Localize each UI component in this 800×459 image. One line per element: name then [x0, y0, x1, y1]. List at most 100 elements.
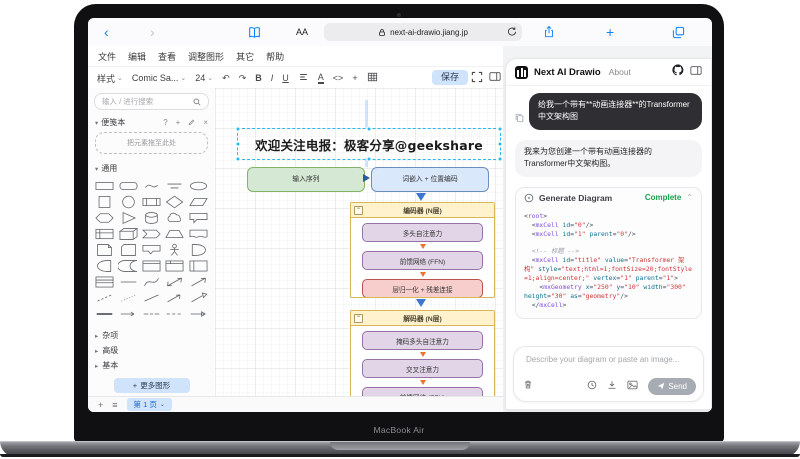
- clear-icon[interactable]: [523, 377, 533, 395]
- style-dropdown[interactable]: 样式⌄: [97, 72, 123, 85]
- table-icon[interactable]: [367, 72, 378, 84]
- about-link[interactable]: About: [609, 67, 631, 77]
- collapse-chevron-icon[interactable]: ⌃: [686, 193, 693, 202]
- shape-cylinder[interactable]: [140, 210, 163, 225]
- decoder-step-2[interactable]: 交叉注意力: [362, 359, 483, 378]
- scratchpad-dropzone[interactable]: 把元素拖至此处: [95, 132, 208, 154]
- shape-arrow-up-right-2[interactable]: [187, 290, 210, 305]
- shape-callout-down[interactable]: [140, 242, 163, 257]
- encoder-container[interactable]: − 编码器 (N层) 多头自注意力前馈网络 (FFN)层归一化 + 残差连接: [350, 202, 495, 298]
- italic-button[interactable]: I: [271, 73, 274, 83]
- reader-button[interactable]: AA: [296, 18, 308, 46]
- shape-note[interactable]: [93, 242, 116, 257]
- shape-arrow-right[interactable]: [116, 306, 139, 321]
- more-shapes-button[interactable]: + 更多图形: [114, 378, 190, 393]
- shape-search[interactable]: [94, 93, 209, 110]
- shape-internal-storage[interactable]: [93, 226, 116, 241]
- shape-card[interactable]: [116, 242, 139, 257]
- tabs-icon[interactable]: [672, 18, 685, 46]
- general-section-header[interactable]: ▾ 通用: [95, 163, 208, 174]
- shape-process[interactable]: [140, 194, 163, 209]
- shape-curve[interactable]: [140, 274, 163, 289]
- add-page-button[interactable]: +: [98, 400, 103, 410]
- shape-ellipse[interactable]: [187, 178, 210, 193]
- selection-handle[interactable]: [367, 157, 372, 162]
- decoder-step-1[interactable]: 掩码多头自注意力: [362, 331, 483, 350]
- scratchpad-edit-icon[interactable]: [188, 118, 195, 127]
- tool-card-header[interactable]: Generate Diagram Complete ⌃: [516, 188, 701, 208]
- shape-search-input[interactable]: [100, 96, 190, 107]
- scratchpad-close-icon[interactable]: ×: [203, 119, 208, 127]
- shape-dotted-line[interactable]: [116, 290, 139, 305]
- fullscreen-icon[interactable]: [471, 71, 483, 85]
- shape-bold-link[interactable]: [93, 306, 116, 321]
- shape-container-side[interactable]: [187, 258, 210, 273]
- selection-handle[interactable]: [236, 157, 241, 162]
- shape-rectangle[interactable]: [93, 178, 116, 193]
- download-icon[interactable]: [607, 377, 617, 395]
- insert-icon[interactable]: +: [352, 73, 357, 83]
- scratchpad-help-icon[interactable]: ?: [163, 119, 167, 127]
- shape-step[interactable]: [140, 226, 163, 241]
- menu-item-help[interactable]: 帮助: [266, 50, 284, 63]
- selection-handle[interactable]: [498, 142, 503, 147]
- shape-triangle[interactable]: [116, 210, 139, 225]
- collapse-icon[interactable]: −: [354, 206, 363, 215]
- edit-code-button[interactable]: <>: [333, 73, 344, 83]
- shape-tape[interactable]: [187, 226, 210, 241]
- send-button[interactable]: Send: [648, 378, 696, 395]
- decoder-container[interactable]: − 解码器 (N层) 掩码多头自注意力交叉注意力前馈网络 (FFN): [350, 310, 495, 397]
- shape-diamond[interactable]: [163, 194, 186, 209]
- shape-square[interactable]: [93, 194, 116, 209]
- selection-handle[interactable]: [236, 142, 241, 147]
- shape-list[interactable]: [93, 274, 116, 289]
- reload-icon[interactable]: [507, 26, 517, 39]
- underline-button[interactable]: U: [282, 73, 289, 83]
- diagram-canvas[interactable]: 欢迎关注电报：极客分享@geekshare 输入序列 词嵌入 + 位置编码 − …: [215, 88, 503, 397]
- save-button[interactable]: 保存: [432, 70, 468, 85]
- selection-handle[interactable]: [367, 127, 372, 132]
- shape-and[interactable]: [93, 258, 116, 273]
- menu-item-file[interactable]: 文件: [98, 50, 116, 63]
- shape-container[interactable]: [140, 258, 163, 273]
- selected-title-node[interactable]: 欢迎关注电报：极客分享@geekshare: [237, 128, 501, 160]
- menu-item-edit[interactable]: 编辑: [128, 50, 146, 63]
- shape-dashed-link[interactable]: [163, 306, 186, 321]
- shape-arrow-up-right[interactable]: [163, 290, 186, 305]
- shape-container-title[interactable]: [163, 258, 186, 273]
- address-bar[interactable]: next-ai-drawio.jiang.jp: [324, 23, 522, 41]
- shape-trapezoid[interactable]: [163, 226, 186, 241]
- bold-button[interactable]: B: [255, 73, 262, 83]
- pages-menu-icon[interactable]: ≡: [112, 400, 117, 410]
- shape-data-storage[interactable]: [116, 258, 139, 273]
- page-tab[interactable]: 第 1 页 ⌄: [127, 398, 172, 411]
- font-dropdown[interactable]: Comic Sa...⌄: [132, 73, 186, 83]
- font-color-icon[interactable]: A: [318, 73, 324, 84]
- menu-item-extras[interactable]: 其它: [236, 50, 254, 63]
- shape-thin-line[interactable]: [140, 290, 163, 305]
- align-icon[interactable]: [298, 72, 309, 84]
- shape-cloud[interactable]: [163, 210, 186, 225]
- shape-directional-link[interactable]: [187, 306, 210, 321]
- github-icon[interactable]: [672, 63, 684, 81]
- selection-handle[interactable]: [498, 157, 503, 162]
- encoder-step-1[interactable]: 多头自注意力: [362, 223, 483, 242]
- shape-callout[interactable]: [187, 210, 210, 225]
- format-panel-toggle-icon[interactable]: [489, 71, 501, 84]
- shape-rounded-rectangle[interactable]: [116, 178, 139, 193]
- encoder-step-3[interactable]: 层归一化 + 残差连接: [362, 279, 483, 298]
- sidebar-section-basic[interactable]: ▸基本: [95, 358, 208, 373]
- bookmarks-icon[interactable]: [248, 18, 261, 46]
- shape-actor[interactable]: [163, 242, 186, 257]
- shape-text[interactable]: [140, 178, 163, 193]
- shape-hexagon[interactable]: [93, 210, 116, 225]
- selection-handle[interactable]: [236, 127, 241, 132]
- image-icon[interactable]: [627, 377, 638, 395]
- selection-handle[interactable]: [498, 127, 503, 132]
- shape-circle[interactable]: [116, 194, 139, 209]
- encoder-step-2[interactable]: 前馈网络 (FFN): [362, 251, 483, 270]
- new-tab-button[interactable]: +: [606, 18, 614, 46]
- copy-icon[interactable]: [515, 110, 524, 128]
- scratchpad-header[interactable]: ▾ 便笺本 ? + ×: [95, 117, 208, 128]
- shape-parallelogram[interactable]: [187, 194, 210, 209]
